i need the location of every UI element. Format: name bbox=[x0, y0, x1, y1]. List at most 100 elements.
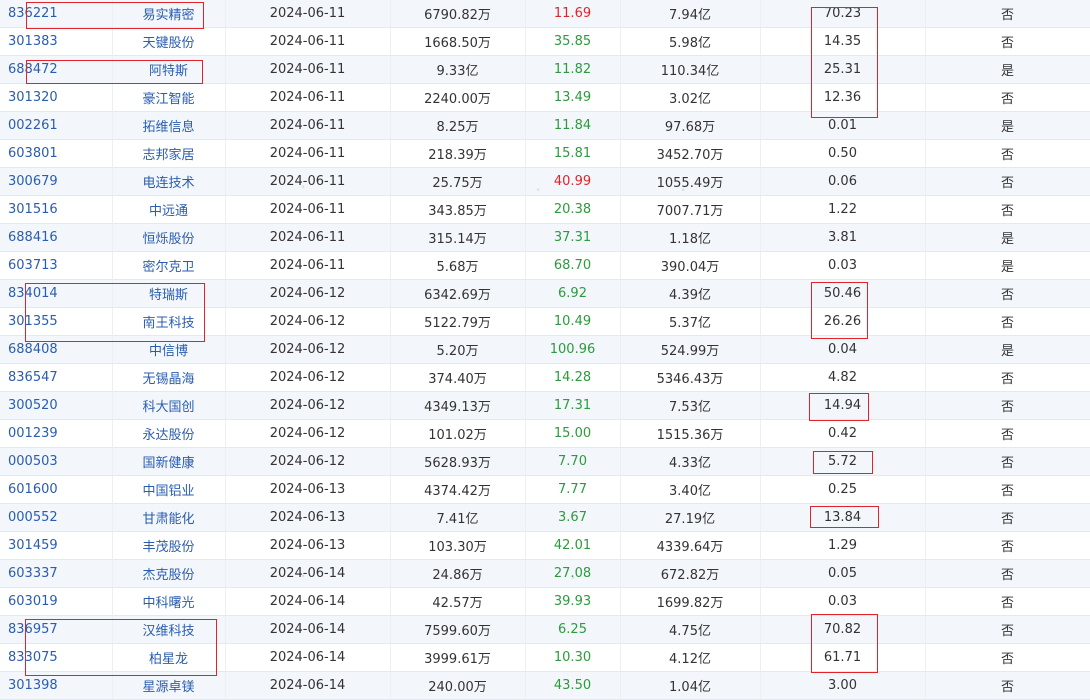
table-row[interactable]: 834014 特瑞斯 2024-06-12 6342.69万 6.92 4.39亿 50.4… bbox=[0, 279, 1090, 308]
stock-code-link[interactable]: 603019 bbox=[0, 587, 113, 616]
stock-code-link-text[interactable]: 833075 bbox=[8, 650, 58, 665]
stock-name-link-text[interactable]: 易实精密 bbox=[142, 8, 194, 23]
stock-code-link-text[interactable]: 688408 bbox=[8, 342, 58, 357]
stock-name-link-text[interactable]: 无锡晶海 bbox=[142, 372, 194, 387]
table-row[interactable]: 301398 星源卓镁 2024-06-14 240.00万 43.50 1.04亿 3.0… bbox=[0, 671, 1090, 700]
stock-name-link-text[interactable]: 星源卓镁 bbox=[142, 680, 194, 695]
stock-code-link[interactable]: 688416 bbox=[0, 223, 113, 252]
stock-name-link[interactable]: 柏星龙 bbox=[112, 643, 226, 672]
table-row[interactable]: 300520 科大国创 2024-06-12 4349.13万 17.31 7.53亿 14… bbox=[0, 391, 1090, 420]
stock-code-link[interactable]: 300679 bbox=[0, 167, 113, 196]
stock-code-link[interactable]: 301459 bbox=[0, 531, 113, 560]
stock-name-link-text[interactable]: 豪江智能 bbox=[142, 92, 194, 107]
stock-name-link[interactable]: 志邦家居 bbox=[112, 139, 226, 168]
stock-name-link[interactable]: 甘肃能化 bbox=[112, 503, 226, 532]
stock-code-link-text[interactable]: 836221 bbox=[8, 6, 58, 21]
stock-code-link[interactable]: 301355 bbox=[0, 307, 113, 336]
stock-name-link-text[interactable]: 南王科技 bbox=[142, 316, 194, 331]
stock-code-link-text[interactable]: 002261 bbox=[8, 118, 58, 133]
stock-name-link[interactable]: 拓维信息 bbox=[112, 111, 226, 140]
stock-code-link-text[interactable]: 301383 bbox=[8, 34, 58, 49]
stock-name-link[interactable]: 电连技术 bbox=[112, 167, 226, 196]
stock-name-link-text[interactable]: 天键股份 bbox=[142, 36, 194, 51]
stock-code-link[interactable]: 836957 bbox=[0, 615, 113, 644]
stock-code-link-text[interactable]: 603801 bbox=[8, 146, 58, 161]
stock-name-link[interactable]: 汉维科技 bbox=[112, 615, 226, 644]
stock-code-link-text[interactable]: 603713 bbox=[8, 258, 58, 273]
stock-name-link[interactable]: 易实精密 bbox=[112, 0, 226, 28]
stock-code-link-text[interactable]: 601600 bbox=[8, 482, 58, 497]
table-row[interactable]: 301459 丰茂股份 2024-06-13 103.30万 42.01 4339.64万… bbox=[0, 531, 1090, 560]
stock-code-link[interactable]: 603713 bbox=[0, 251, 113, 280]
stock-code-link[interactable]: 300520 bbox=[0, 391, 113, 420]
stock-code-link[interactable]: 002261 bbox=[0, 111, 113, 140]
table-row[interactable]: 603713 密尔克卫 2024-06-11 5.68万 68.70 390.04万 0.0… bbox=[0, 251, 1090, 280]
stock-name-link-text[interactable]: 特瑞斯 bbox=[149, 288, 188, 303]
stock-name-link[interactable]: 特瑞斯 bbox=[112, 279, 226, 308]
stock-name-link[interactable]: 中信博 bbox=[112, 335, 226, 364]
stock-code-link-text[interactable]: 000552 bbox=[8, 510, 58, 525]
stock-name-link-text[interactable]: 科大国创 bbox=[142, 400, 194, 415]
table-row[interactable]: 603337 杰克股份 2024-06-14 24.86万 27.08 672.82万 0.… bbox=[0, 559, 1090, 588]
stock-code-link[interactable]: 833075 bbox=[0, 643, 113, 672]
stock-name-link-text[interactable]: 杰克股份 bbox=[142, 568, 194, 583]
stock-name-link-text[interactable]: 恒烁股份 bbox=[142, 232, 194, 247]
stock-name-link[interactable]: 丰茂股份 bbox=[112, 531, 226, 560]
stock-name-link-text[interactable]: 甘肃能化 bbox=[142, 512, 194, 527]
stock-code-link-text[interactable]: 301398 bbox=[8, 678, 58, 693]
stock-code-link-text[interactable]: 688416 bbox=[8, 230, 58, 245]
stock-name-link-text[interactable]: 密尔克卫 bbox=[142, 260, 194, 275]
stock-code-link-text[interactable]: 300520 bbox=[8, 398, 58, 413]
stock-name-link-text[interactable]: 拓维信息 bbox=[142, 120, 194, 135]
stock-name-link[interactable]: 永达股份 bbox=[112, 419, 226, 448]
stock-code-link-text[interactable]: 836957 bbox=[8, 622, 58, 637]
stock-name-link-text[interactable]: 中信博 bbox=[149, 344, 188, 359]
stock-name-link[interactable]: 中科曙光 bbox=[112, 587, 226, 616]
stock-code-link[interactable]: 688472 bbox=[0, 55, 113, 84]
stock-code-link[interactable]: 603801 bbox=[0, 139, 113, 168]
stock-code-link-text[interactable]: 834014 bbox=[8, 286, 58, 301]
stock-name-link[interactable]: 中国铝业 bbox=[112, 475, 226, 504]
stock-name-link[interactable]: 豪江智能 bbox=[112, 83, 226, 112]
stock-name-link-text[interactable]: 柏星龙 bbox=[149, 652, 188, 667]
stock-name-link-text[interactable]: 汉维科技 bbox=[142, 624, 194, 639]
table-row[interactable]: 836221 易实精密 2024-06-11 6790.82万 11.69 7.94亿 70… bbox=[0, 0, 1090, 28]
table-row[interactable]: 836957 汉维科技 2024-06-14 7599.60万 6.25 4.75亿 70.… bbox=[0, 615, 1090, 644]
stock-name-link-text[interactable]: 丰茂股份 bbox=[142, 540, 194, 555]
stock-code-link[interactable]: 000503 bbox=[0, 447, 113, 476]
stock-code-link[interactable]: 688408 bbox=[0, 335, 113, 364]
stock-name-link-text[interactable]: 永达股份 bbox=[142, 428, 194, 443]
stock-name-link[interactable]: 阿特斯 bbox=[112, 55, 226, 84]
stock-code-link[interactable]: 301398 bbox=[0, 671, 113, 700]
stock-name-link-text[interactable]: 国新健康 bbox=[142, 456, 194, 471]
stock-name-link[interactable]: 密尔克卫 bbox=[112, 251, 226, 280]
stock-code-link-text[interactable]: 301320 bbox=[8, 90, 58, 105]
stock-code-link-text[interactable]: 301459 bbox=[8, 538, 58, 553]
stock-name-link[interactable]: 天键股份 bbox=[112, 27, 226, 56]
stock-code-link[interactable]: 601600 bbox=[0, 475, 113, 504]
stock-name-link[interactable]: 星源卓镁 bbox=[112, 671, 226, 700]
stock-code-link-text[interactable]: 001239 bbox=[8, 426, 58, 441]
stock-name-link[interactable]: 杰克股份 bbox=[112, 559, 226, 588]
stock-name-link-text[interactable]: 电连技术 bbox=[142, 176, 194, 191]
table-row[interactable]: 301516 中远通 2024-06-11 343.85万 20.38 7007.71万 1… bbox=[0, 195, 1090, 224]
stock-code-link-text[interactable]: 603337 bbox=[8, 566, 58, 581]
stock-code-link[interactable]: 834014 bbox=[0, 279, 113, 308]
stock-name-link-text[interactable]: 中科曙光 bbox=[142, 596, 194, 611]
table-row[interactable]: 603801 志邦家居 2024-06-11 218.39万 15.81 3452.70万… bbox=[0, 139, 1090, 168]
stock-code-link[interactable]: 301383 bbox=[0, 27, 113, 56]
stock-name-link[interactable]: 科大国创 bbox=[112, 391, 226, 420]
stock-name-link[interactable]: 中远通 bbox=[112, 195, 226, 224]
stock-code-link[interactable]: 301320 bbox=[0, 83, 113, 112]
table-row[interactable]: 301355 南王科技 2024-06-12 5122.79万 10.49 5.37亿 26… bbox=[0, 307, 1090, 336]
stock-code-link[interactable]: 603337 bbox=[0, 559, 113, 588]
table-row[interactable]: 601600 中国铝业 2024-06-13 4374.42万 7.77 3.40亿 0.2… bbox=[0, 475, 1090, 504]
stock-code-link[interactable]: 001239 bbox=[0, 419, 113, 448]
stock-code-link-text[interactable]: 688472 bbox=[8, 62, 58, 77]
table-row[interactable]: 836547 无锡晶海 2024-06-12 374.40万 14.28 5346.43万… bbox=[0, 363, 1090, 392]
stock-code-link[interactable]: 836547 bbox=[0, 363, 113, 392]
stock-code-link-text[interactable]: 836547 bbox=[8, 370, 58, 385]
stock-code-link-text[interactable]: 300679 bbox=[8, 174, 58, 189]
stock-name-link[interactable]: 国新健康 bbox=[112, 447, 226, 476]
table-row[interactable]: 002261 拓维信息 2024-06-11 8.25万 11.84 97.68万 0.01… bbox=[0, 111, 1090, 140]
